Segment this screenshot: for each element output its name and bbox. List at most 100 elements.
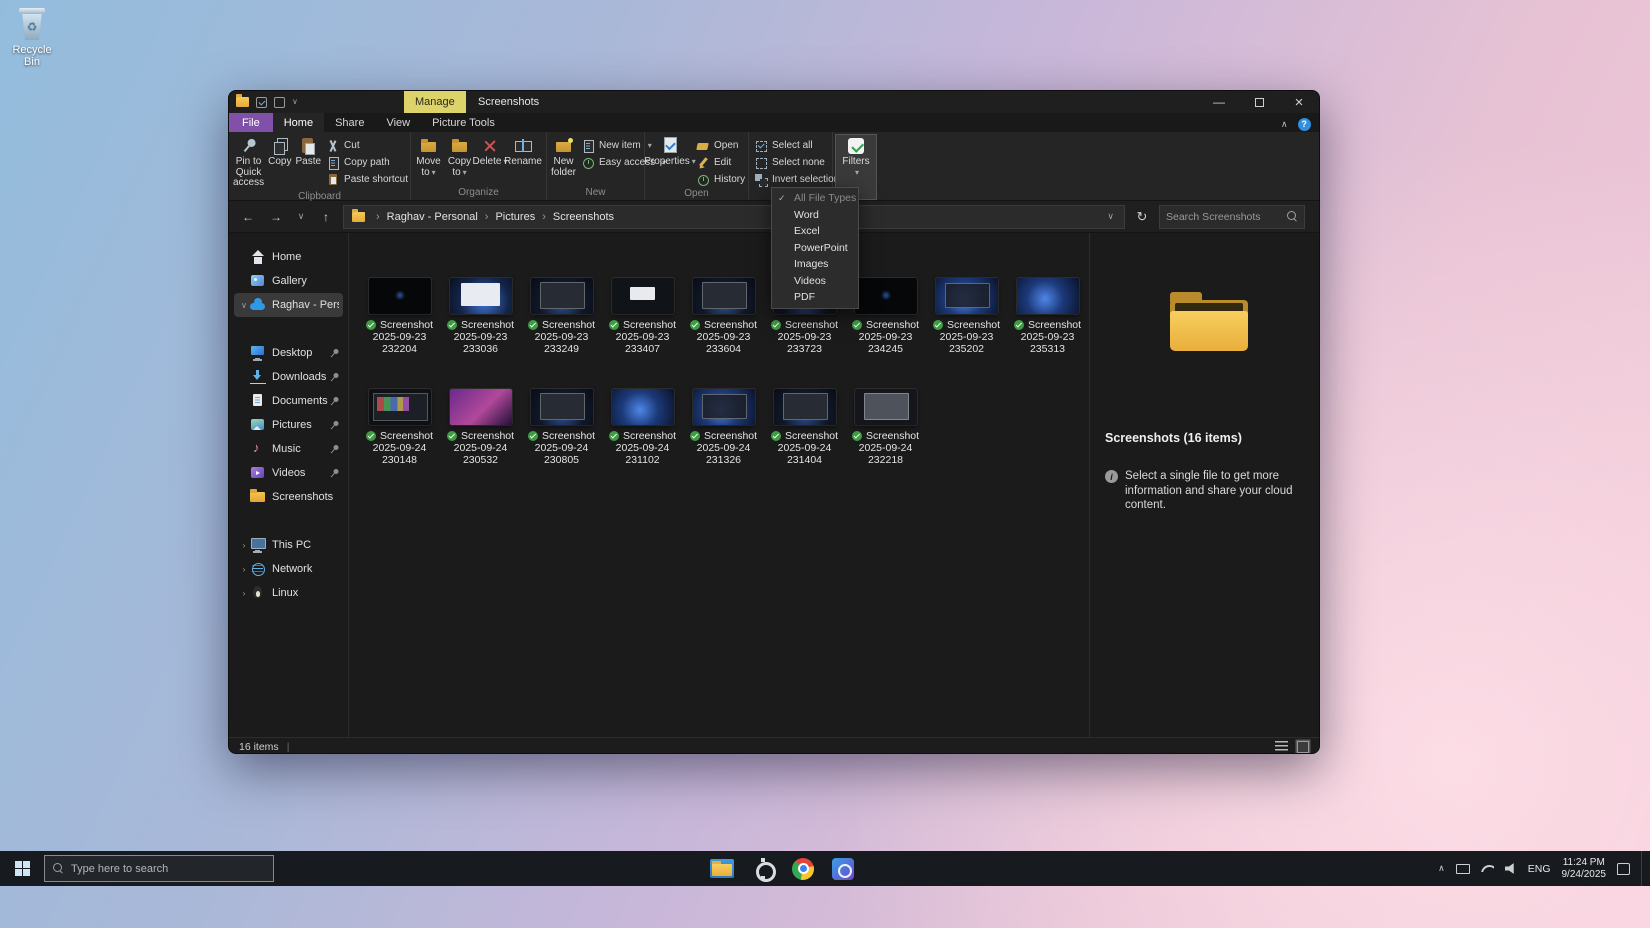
snipping-tool-taskbar-icon[interactable] xyxy=(832,858,854,880)
sidebar-item[interactable]: Videos xyxy=(234,461,343,485)
filter-menu-item[interactable]: Word xyxy=(772,207,858,224)
expand-chevron-icon[interactable]: › xyxy=(238,564,250,574)
paste-button[interactable]: Paste xyxy=(293,134,323,190)
maximize-button[interactable] xyxy=(1239,91,1279,113)
forward-button[interactable]: → xyxy=(265,210,287,224)
move-to-button[interactable]: Move to▾ xyxy=(413,134,444,186)
sidebar-item[interactable]: Home xyxy=(234,245,343,269)
sidebar-item[interactable]: Music xyxy=(234,437,343,461)
filter-menu-item[interactable]: Videos xyxy=(772,273,858,290)
sidebar-item[interactable]: Screenshots xyxy=(234,485,343,509)
collapse-ribbon-icon[interactable]: ∧ xyxy=(1281,119,1288,130)
close-button[interactable]: × xyxy=(1279,91,1319,113)
filter-menu-item[interactable]: ✓ All File Types xyxy=(772,190,858,207)
file-item[interactable]: Screenshot 2025-09-23 235202 xyxy=(926,278,1007,355)
history-button[interactable]: History xyxy=(693,172,749,187)
file-item[interactable]: Screenshot 2025-09-24 232218 xyxy=(845,389,926,466)
filter-menu-item[interactable]: Images xyxy=(772,256,858,273)
ribbon-tab[interactable]: File xyxy=(229,113,273,132)
file-item[interactable]: Screenshot 2025-09-24 231404 xyxy=(764,389,845,466)
file-item[interactable]: Screenshot 2025-09-23 233249 xyxy=(521,278,602,355)
paste-shortcut-button[interactable]: Paste shortcut xyxy=(323,172,412,187)
sidebar-item[interactable]: Pictures xyxy=(234,413,343,437)
expand-chevron-icon[interactable]: › xyxy=(238,540,250,550)
properties-button[interactable]: Properties▾ xyxy=(647,134,693,187)
filter-menu-item[interactable]: PDF xyxy=(772,289,858,306)
expand-chevron-icon[interactable]: › xyxy=(238,588,250,598)
file-item[interactable]: Screenshot 2025-09-24 231326 xyxy=(683,389,764,466)
ribbon-tab[interactable]: Share xyxy=(324,113,375,132)
recycle-bin[interactable]: ♻ Recycle Bin xyxy=(8,8,56,68)
sidebar-item[interactable]: Desktop xyxy=(234,341,343,365)
sidebar-item[interactable]: › Network xyxy=(234,557,343,581)
thumbnails-view-button[interactable] xyxy=(1297,741,1309,753)
new-folder-button[interactable]: New folder xyxy=(549,134,578,186)
copy-button[interactable]: Copy xyxy=(266,134,293,190)
title-bar[interactable]: ∨ Manage Screenshots — × xyxy=(229,91,1319,113)
breadcrumb-segment[interactable]: Screenshots xyxy=(553,211,614,223)
open-button[interactable]: Open xyxy=(693,138,749,153)
file-item[interactable]: Screenshot 2025-09-23 235313 xyxy=(1007,278,1088,355)
cut-button[interactable]: Cut xyxy=(323,138,412,153)
address-box[interactable]: › Raghav - Personal › Pictures › Screens… xyxy=(343,205,1125,229)
file-item[interactable]: Screenshot 2025-09-24 230532 xyxy=(440,389,521,466)
start-button[interactable] xyxy=(0,851,44,886)
show-desktop-button[interactable] xyxy=(1641,851,1646,886)
search-box[interactable] xyxy=(1159,205,1305,229)
pin-to-quick-access-button[interactable]: Pin to Quick access xyxy=(231,134,266,190)
sidebar-item[interactable]: Documents xyxy=(234,389,343,413)
network-icon[interactable] xyxy=(1481,865,1494,872)
rename-button[interactable]: Rename xyxy=(505,134,541,186)
edit-button[interactable]: Edit xyxy=(693,155,749,170)
touch-keyboard-icon[interactable] xyxy=(1456,864,1470,874)
help-icon[interactable]: ? xyxy=(1298,118,1311,131)
delete-button[interactable]: Delete▾ xyxy=(475,134,505,186)
ribbon-tab[interactable]: Picture Tools xyxy=(421,113,506,132)
copy-to-button[interactable]: Copy to▾ xyxy=(444,134,475,186)
breadcrumb-segment[interactable]: Raghav - Personal xyxy=(387,211,478,223)
refresh-icon[interactable]: ↻ xyxy=(1131,209,1153,225)
back-button[interactable]: ← xyxy=(237,210,259,224)
search-input[interactable] xyxy=(1166,211,1287,223)
minimize-button[interactable]: — xyxy=(1199,91,1239,113)
taskbar-search-input[interactable] xyxy=(71,863,265,875)
ribbon-tab[interactable]: Home xyxy=(273,113,324,132)
volume-icon[interactable] xyxy=(1505,863,1517,875)
sidebar-item[interactable]: › Linux xyxy=(234,581,343,605)
up-button[interactable]: ↑ xyxy=(315,210,337,224)
settings-taskbar-icon[interactable] xyxy=(752,858,774,880)
language-indicator[interactable]: ENG xyxy=(1528,863,1551,875)
chrome-taskbar-icon[interactable] xyxy=(792,858,814,880)
tray-chevron-icon[interactable]: ∧ xyxy=(1438,863,1445,874)
file-item[interactable]: Screenshot 2025-09-24 230805 xyxy=(521,389,602,466)
contextual-tab-manage[interactable]: Manage xyxy=(404,91,466,113)
sidebar-item[interactable]: Downloads xyxy=(234,365,343,389)
filter-menu-item[interactable]: Excel xyxy=(772,223,858,240)
file-item[interactable]: Screenshot 2025-09-24 231102 xyxy=(602,389,683,466)
qat-properties-icon[interactable] xyxy=(256,97,267,108)
qat-newfolder-icon[interactable] xyxy=(274,97,285,108)
sidebar-item[interactable]: ∨ Raghav - Personal xyxy=(234,293,343,317)
select-all-button[interactable]: Select all xyxy=(751,138,843,153)
taskbar-search-box[interactable] xyxy=(44,855,274,882)
file-item[interactable]: Screenshot 2025-09-23 233604 xyxy=(683,278,764,355)
file-item[interactable]: Screenshot 2025-09-23 233407 xyxy=(602,278,683,355)
file-item[interactable]: Screenshot 2025-09-24 230148 xyxy=(359,389,440,466)
recent-locations-chevron-icon[interactable]: ∨ xyxy=(293,211,309,222)
address-dropdown-chevron-icon[interactable]: ∨ xyxy=(1101,211,1120,222)
filter-menu-item[interactable]: PowerPoint xyxy=(772,240,858,257)
expand-chevron-icon[interactable]: ∨ xyxy=(238,300,250,311)
copy-path-button[interactable]: Copy path xyxy=(323,155,412,170)
qat-customize-chevron-icon[interactable]: ∨ xyxy=(292,91,298,113)
file-item[interactable]: Screenshot 2025-09-23 232204 xyxy=(359,278,440,355)
invert-selection-button[interactable]: Invert selection xyxy=(751,172,843,187)
action-center-icon[interactable] xyxy=(1617,863,1630,875)
file-item[interactable]: Screenshot 2025-09-23 233036 xyxy=(440,278,521,355)
file-explorer-taskbar-icon[interactable] xyxy=(710,859,734,878)
ribbon-tab[interactable]: View xyxy=(375,113,421,132)
breadcrumb-segment[interactable]: Pictures xyxy=(495,211,535,223)
clock[interactable]: 11:24 PM 9/24/2025 xyxy=(1562,857,1607,881)
sidebar-item[interactable]: › This PC xyxy=(234,533,343,557)
select-none-button[interactable]: Select none xyxy=(751,155,843,170)
sidebar-item[interactable]: Gallery xyxy=(234,269,343,293)
